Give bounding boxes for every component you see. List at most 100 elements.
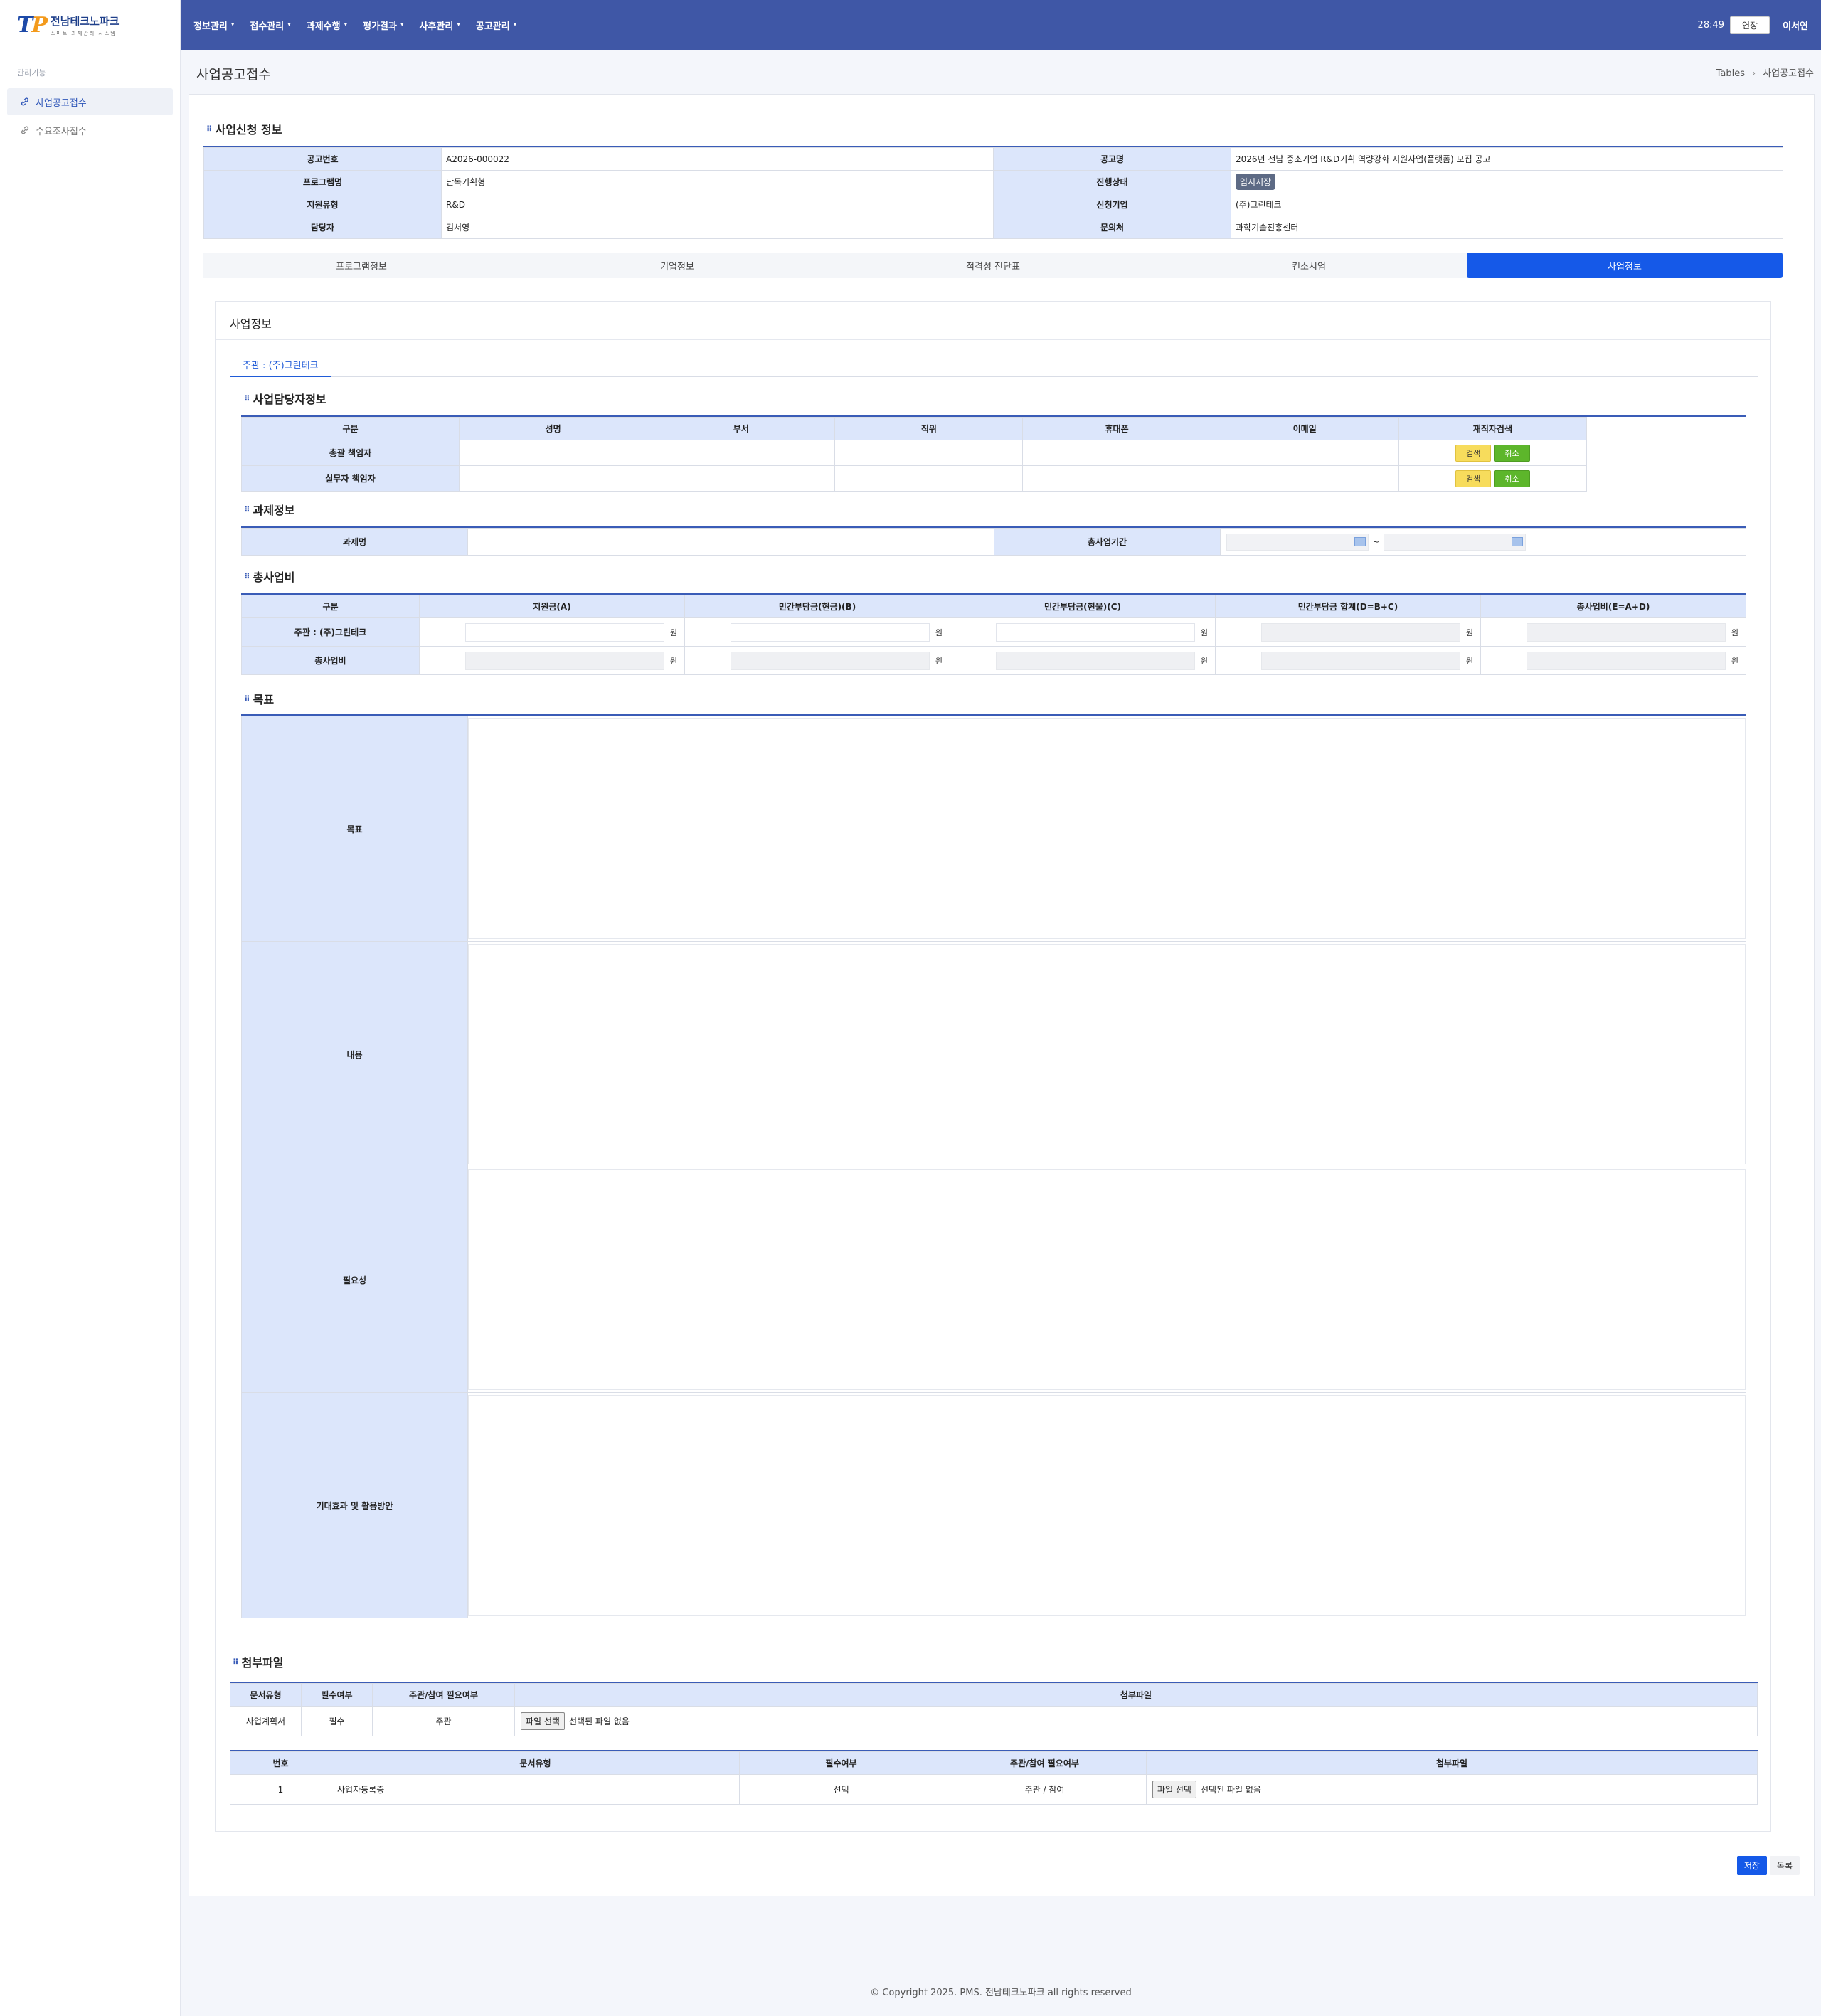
- section-title-manager: ⠿ 사업담당자정보: [244, 393, 326, 406]
- sidebar-item-demand-survey[interactable]: 수요조사접수: [7, 117, 173, 144]
- position-input[interactable]: [834, 440, 1024, 466]
- private-cash-input[interactable]: [731, 622, 930, 642]
- tab-eligibility[interactable]: 적격성 진단표: [835, 253, 1151, 278]
- task-name-input[interactable]: [467, 528, 994, 556]
- dept-input[interactable]: [647, 440, 836, 466]
- logo-mark: TP: [17, 13, 48, 38]
- col-category: 구분: [241, 595, 420, 618]
- tab-company-info[interactable]: 기업정보: [519, 253, 835, 278]
- end-date-input[interactable]: [1384, 533, 1527, 551]
- mobile-input[interactable]: [1022, 440, 1211, 466]
- col-dept: 부서: [647, 417, 836, 440]
- label-notice-name: 공고명: [993, 147, 1231, 171]
- value-contact: 과학기술진흥센터: [1231, 216, 1783, 239]
- value-program: 단독기획형: [441, 170, 994, 193]
- goal-table: 목표 내용 필요성 기대효과 및 활용방안: [241, 714, 1746, 1618]
- participation-flag: 주관 / 참여: [943, 1774, 1147, 1805]
- row-label-total: 총사업비: [241, 646, 420, 675]
- mobile-input[interactable]: [1022, 465, 1211, 492]
- date-separator: ~: [1373, 537, 1380, 546]
- necessity-textarea[interactable]: [468, 1169, 1746, 1390]
- start-date-input[interactable]: [1226, 533, 1369, 551]
- link-icon: [21, 97, 28, 106]
- name-input[interactable]: [458, 465, 648, 492]
- tab-program-info[interactable]: 프로그램정보: [203, 253, 519, 278]
- search-button[interactable]: 검색: [1455, 444, 1492, 462]
- breadcrumb-item: 사업공고접수: [1763, 68, 1814, 79]
- attach-table-optional: 번호 문서유형 필수여부 주관/참여 필요여부 첨부파일 1 사업자등록증 선택…: [230, 1750, 1758, 1805]
- label-manager: 담당자: [203, 216, 442, 239]
- name-input[interactable]: [458, 440, 648, 466]
- expected-effect-textarea[interactable]: [468, 1395, 1746, 1616]
- org-subtabs: 주관 : (주)그린테크: [230, 353, 1758, 377]
- col-doc-type: 문서유형: [230, 1683, 302, 1707]
- col-attachment: 첨부파일: [514, 1683, 1758, 1707]
- section-title-cost: ⠿ 총사업비: [244, 571, 295, 584]
- sidebar-item-business-notice[interactable]: 사업공고접수: [7, 88, 173, 115]
- value-notice-no: A2026-000022: [441, 147, 994, 171]
- tab-consortium[interactable]: 컨소시엄: [1151, 253, 1467, 278]
- file-select-button[interactable]: 파일 선택: [521, 1712, 565, 1730]
- label-status: 진행상태: [993, 170, 1231, 193]
- doc-type: 사업자등록증: [331, 1774, 740, 1805]
- grid-dots-icon: ⠿: [244, 571, 250, 581]
- value-manager: 김서영: [441, 216, 994, 239]
- section-tabs: 프로그램정보 기업정보 적격성 진단표 컨소시엄 사업정보: [203, 253, 1783, 278]
- calendar-icon[interactable]: [1512, 537, 1524, 546]
- breadcrumb-item[interactable]: Tables: [1716, 68, 1745, 79]
- label-goal: 목표: [241, 716, 468, 942]
- chevron-down-icon: ▾: [457, 21, 460, 28]
- cancel-button[interactable]: 취소: [1494, 469, 1530, 487]
- save-button[interactable]: 저장: [1736, 1856, 1767, 1875]
- dept-input[interactable]: [647, 465, 836, 492]
- subtab-lead-org[interactable]: 주관 : (주)그린테크: [230, 353, 331, 377]
- label-contact: 문의처: [993, 216, 1231, 239]
- page-title: 사업공고접수: [196, 67, 271, 83]
- total-cost-field: [1527, 622, 1726, 642]
- calendar-icon[interactable]: [1354, 537, 1366, 546]
- user-name[interactable]: 이서연: [1783, 18, 1808, 32]
- value-applicant: (주)그린테크: [1231, 193, 1783, 216]
- col-participation: 주관/참여 필요여부: [943, 1751, 1147, 1775]
- sum-grant-field: [465, 651, 664, 670]
- form-actions: 저장 목록: [1736, 1856, 1800, 1875]
- menu-task[interactable]: 과제수행 ▾: [307, 18, 347, 32]
- col-doc-type: 문서유형: [331, 1751, 740, 1775]
- label-total-period: 총사업기간: [994, 528, 1221, 556]
- list-button[interactable]: 목록: [1769, 1856, 1800, 1875]
- session-timer: 28:49: [1697, 19, 1725, 31]
- row-label-practical-manager: 실무자 책임자: [241, 465, 460, 492]
- file-select-button[interactable]: 파일 선택: [1152, 1781, 1196, 1798]
- col-name: 성명: [458, 417, 648, 440]
- top-navbar: 정보관리 ▾ 접수관리 ▾ 과제수행 ▾ 평가결과 ▾ 사후관리 ▾ 공고관리 ▾ 28:4…: [181, 0, 1821, 50]
- position-input[interactable]: [834, 465, 1024, 492]
- cancel-button[interactable]: 취소: [1494, 444, 1530, 462]
- menu-followup[interactable]: 사후관리 ▾: [420, 18, 460, 32]
- footer-copyright: © Copyright 2025. PMS. 전남테크노파크 all right…: [870, 1988, 1132, 1998]
- status-badge: 임시저장: [1236, 174, 1276, 190]
- grant-input[interactable]: [465, 622, 664, 642]
- panel-heading: 사업정보: [216, 302, 1770, 340]
- content-textarea[interactable]: [468, 944, 1746, 1164]
- logo[interactable]: TP 전남테크노파크 스마트 과제관리 시스템: [0, 0, 180, 51]
- menu-info[interactable]: 정보관리 ▾: [193, 18, 234, 32]
- menu-evaluation[interactable]: 평가결과 ▾: [363, 18, 403, 32]
- tab-business-info[interactable]: 사업정보: [1467, 253, 1783, 278]
- logo-name: 전남테크노파크: [50, 15, 120, 28]
- link-icon: [21, 126, 28, 134]
- doc-type: 사업계획서: [230, 1706, 302, 1736]
- email-input[interactable]: [1210, 440, 1399, 466]
- top-menu: 정보관리 ▾ 접수관리 ▾ 과제수행 ▾ 평가결과 ▾ 사후관리 ▾ 공고관리 ▾: [193, 0, 532, 50]
- menu-reception[interactable]: 접수관리 ▾: [250, 18, 290, 32]
- private-inkind-input[interactable]: [996, 622, 1195, 642]
- search-button[interactable]: 검색: [1455, 469, 1492, 487]
- goal-textarea[interactable]: [468, 718, 1746, 939]
- required-flag: 필수: [301, 1706, 373, 1736]
- col-email: 이메일: [1210, 417, 1399, 440]
- col-attachment: 첨부파일: [1146, 1751, 1758, 1775]
- menu-notice[interactable]: 공고관리 ▾: [476, 18, 516, 32]
- col-required: 필수여부: [739, 1751, 943, 1775]
- email-input[interactable]: [1210, 465, 1399, 492]
- extend-session-button[interactable]: 연장: [1730, 16, 1770, 34]
- chevron-down-icon: ▾: [344, 21, 348, 28]
